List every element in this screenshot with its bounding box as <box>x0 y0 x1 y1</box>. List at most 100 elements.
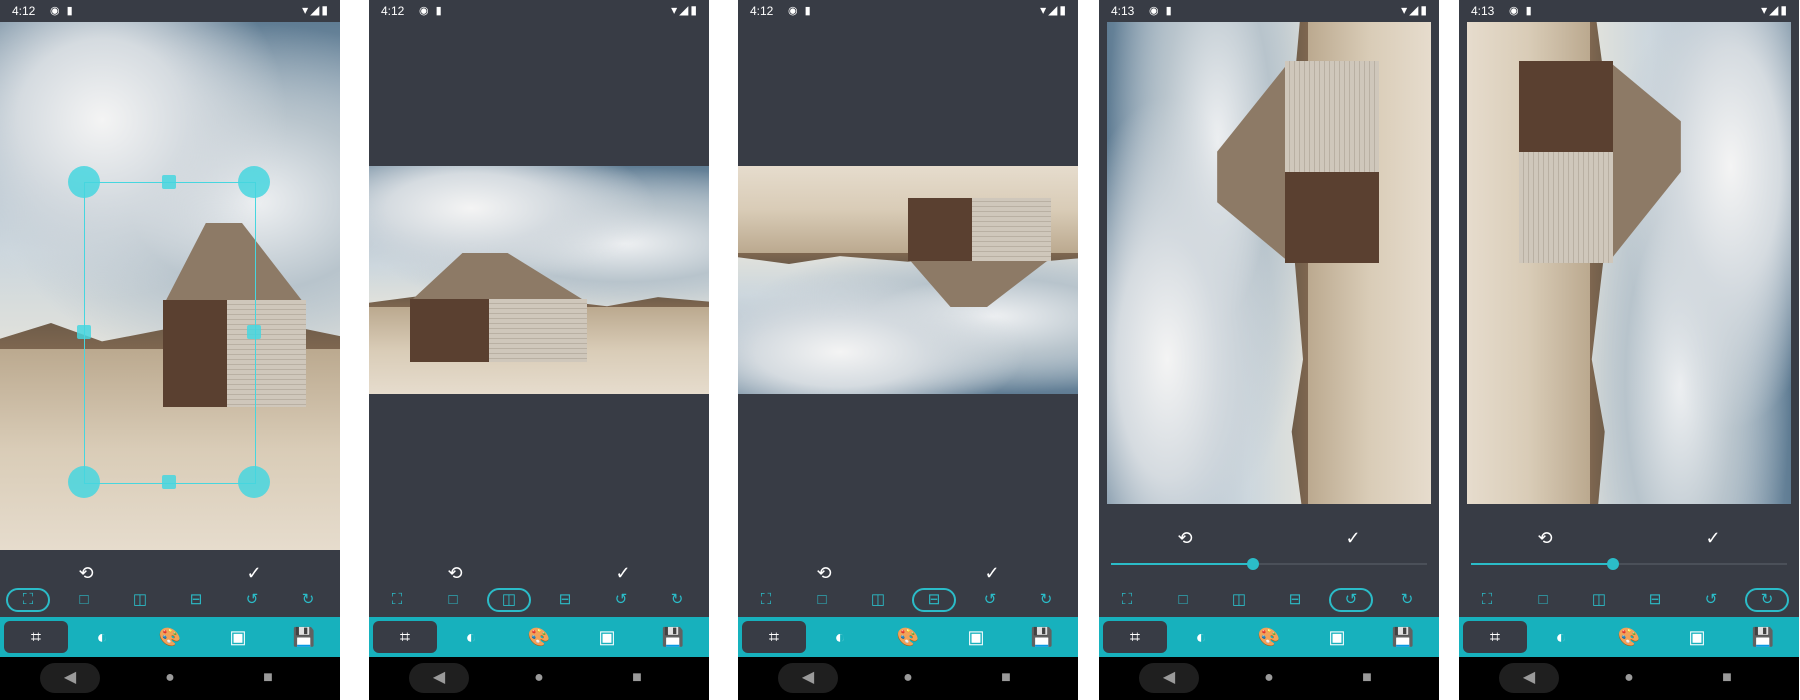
crop-handle-bottom-left[interactable] <box>68 466 100 498</box>
nav-recent-icon[interactable]: ■ <box>1697 663 1757 693</box>
image-canvas[interactable] <box>1099 22 1439 550</box>
nav-home-icon[interactable]: ● <box>878 663 938 693</box>
nav-back-icon[interactable]: ◀ <box>1139 663 1199 693</box>
flip-vertical-icon[interactable]: ⊟ <box>1273 588 1317 612</box>
square-icon[interactable]: □ <box>1161 588 1205 612</box>
rotate-left-icon[interactable]: ↺ <box>1689 588 1733 612</box>
rotate-right-icon[interactable]: ↻ <box>1385 588 1429 612</box>
flip-horizontal-icon[interactable]: ◫ <box>856 588 900 612</box>
tab-brightness[interactable]: ◐ <box>439 621 503 653</box>
nav-back-icon[interactable]: ◀ <box>409 663 469 693</box>
tab-crop[interactable]: ⌗ <box>742 621 806 653</box>
rotate-right-icon[interactable]: ↻ <box>1745 588 1789 612</box>
tab-palette[interactable]: 🎨 <box>138 621 202 653</box>
reset-icon[interactable]: ⟲ <box>72 559 100 587</box>
slider-thumb[interactable] <box>1247 558 1260 570</box>
reset-icon[interactable]: ⟲ <box>1171 524 1199 552</box>
image-canvas[interactable] <box>369 22 709 550</box>
nav-back-icon[interactable]: ◀ <box>1499 663 1559 693</box>
tab-brightness[interactable]: ◐ <box>808 621 872 653</box>
tab-save[interactable]: 💾 <box>641 621 705 653</box>
crop-free-icon[interactable]: ⛶ <box>1465 588 1509 612</box>
nav-recent-icon[interactable]: ■ <box>1337 663 1397 693</box>
crop-handle-bottom-right[interactable] <box>238 466 270 498</box>
crop-free-icon[interactable]: ⛶ <box>1105 588 1149 612</box>
crop-free-icon[interactable]: ⛶ <box>6 588 50 612</box>
tab-brightness[interactable]: ◐ <box>1529 621 1593 653</box>
tab-palette[interactable]: 🎨 <box>1597 621 1661 653</box>
slider-thumb[interactable] <box>1607 558 1620 570</box>
rotate-left-icon[interactable]: ↺ <box>599 588 643 612</box>
rotate-left-icon[interactable]: ↺ <box>230 588 274 612</box>
tab-brightness[interactable]: ◐ <box>1169 621 1233 653</box>
done-icon[interactable]: ✓ <box>978 559 1006 587</box>
crop-handle-bottom[interactable] <box>162 475 176 489</box>
flip-vertical-icon[interactable]: ⊟ <box>174 588 218 612</box>
crop-handle-left[interactable] <box>77 325 91 339</box>
tab-image[interactable]: ▣ <box>575 621 639 653</box>
tab-image[interactable]: ▣ <box>944 621 1008 653</box>
tab-save[interactable]: 💾 <box>1010 621 1074 653</box>
image-canvas[interactable] <box>0 22 340 550</box>
square-icon[interactable]: □ <box>1521 588 1565 612</box>
reset-icon[interactable]: ⟲ <box>1531 524 1559 552</box>
crop-free-icon[interactable]: ⛶ <box>744 588 788 612</box>
reset-icon[interactable]: ⟲ <box>441 559 469 587</box>
flip-vertical-icon[interactable]: ⊟ <box>543 588 587 612</box>
done-icon[interactable]: ✓ <box>240 559 268 587</box>
tab-crop[interactable]: ⌗ <box>1103 621 1167 653</box>
nav-recent-icon[interactable]: ■ <box>976 663 1036 693</box>
flip-horizontal-icon[interactable]: ◫ <box>1577 588 1621 612</box>
crop-free-icon[interactable]: ⛶ <box>375 588 419 612</box>
nav-back-icon[interactable]: ◀ <box>40 663 100 693</box>
rotate-left-icon[interactable]: ↺ <box>1329 588 1373 612</box>
reset-icon[interactable]: ⟲ <box>810 559 838 587</box>
tab-crop[interactable]: ⌗ <box>4 621 68 653</box>
crop-handle-top[interactable] <box>162 175 176 189</box>
flip-horizontal-icon[interactable]: ◫ <box>118 588 162 612</box>
tab-palette[interactable]: 🎨 <box>876 621 940 653</box>
flip-vertical-icon[interactable]: ⊟ <box>912 588 956 612</box>
bottom-tabbar: ⌗ ◐ 🎨 ▣ 💾 <box>1099 617 1439 657</box>
tab-brightness[interactable]: ◐ <box>70 621 134 653</box>
tab-save[interactable]: 💾 <box>1731 621 1795 653</box>
tab-palette[interactable]: 🎨 <box>507 621 571 653</box>
status-bar: 4:13 ◉ ▮ ▾◢▮ <box>1099 0 1439 22</box>
rotate-left-icon[interactable]: ↺ <box>968 588 1012 612</box>
done-icon[interactable]: ✓ <box>1699 524 1727 552</box>
tab-save[interactable]: 💾 <box>272 621 336 653</box>
nav-home-icon[interactable]: ● <box>140 663 200 693</box>
tab-image[interactable]: ▣ <box>1665 621 1729 653</box>
flip-horizontal-icon[interactable]: ◫ <box>1217 588 1261 612</box>
rotation-slider[interactable] <box>1471 556 1787 572</box>
rotate-right-icon[interactable]: ↻ <box>655 588 699 612</box>
tab-image[interactable]: ▣ <box>1305 621 1369 653</box>
crop-handle-top-left[interactable] <box>68 166 100 198</box>
crop-handle-right[interactable] <box>247 325 261 339</box>
image-canvas[interactable] <box>738 22 1078 550</box>
nav-recent-icon[interactable]: ■ <box>607 663 667 693</box>
crop-handle-top-right[interactable] <box>238 166 270 198</box>
done-icon[interactable]: ✓ <box>1339 524 1367 552</box>
rotate-right-icon[interactable]: ↻ <box>1024 588 1068 612</box>
flip-vertical-icon[interactable]: ⊟ <box>1633 588 1677 612</box>
nav-home-icon[interactable]: ● <box>1599 663 1659 693</box>
crop-frame[interactable] <box>84 182 256 484</box>
tab-image[interactable]: ▣ <box>206 621 270 653</box>
rotation-slider[interactable] <box>1111 556 1427 572</box>
tab-crop[interactable]: ⌗ <box>373 621 437 653</box>
square-icon[interactable]: □ <box>62 588 106 612</box>
square-icon[interactable]: □ <box>431 588 475 612</box>
square-icon[interactable]: □ <box>800 588 844 612</box>
nav-home-icon[interactable]: ● <box>509 663 569 693</box>
rotate-right-icon[interactable]: ↻ <box>286 588 330 612</box>
nav-back-icon[interactable]: ◀ <box>778 663 838 693</box>
tab-save[interactable]: 💾 <box>1371 621 1435 653</box>
tab-palette[interactable]: 🎨 <box>1237 621 1301 653</box>
tab-crop[interactable]: ⌗ <box>1463 621 1527 653</box>
nav-home-icon[interactable]: ● <box>1239 663 1299 693</box>
nav-recent-icon[interactable]: ■ <box>238 663 298 693</box>
flip-horizontal-icon[interactable]: ◫ <box>487 588 531 612</box>
done-icon[interactable]: ✓ <box>609 559 637 587</box>
image-canvas[interactable] <box>1459 22 1799 550</box>
